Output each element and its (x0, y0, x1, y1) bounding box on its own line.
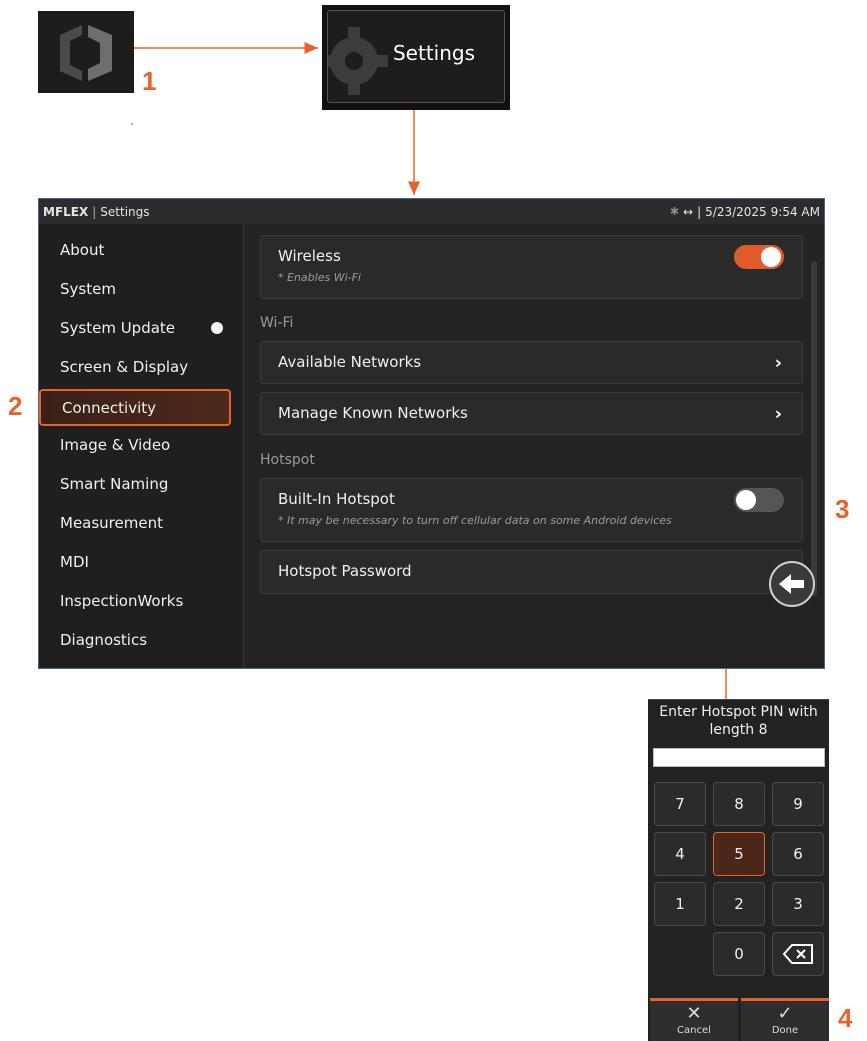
key-1[interactable]: 1 (654, 882, 706, 926)
sidebar-item-screen-display[interactable]: Screen & Display (60, 356, 188, 378)
wireless-toggle[interactable] (734, 245, 784, 269)
date-label: 5/23/2025 (705, 204, 767, 219)
hotspot-section-label: Hotspot (260, 452, 315, 468)
backspace-icon (782, 944, 813, 964)
done-button[interactable]: ✓ Done (741, 998, 829, 1041)
manage-known-networks-label: Manage Known Networks (278, 404, 468, 422)
builtin-hotspot-toggle[interactable] (734, 488, 784, 512)
pin-entry-dialog: Enter Hotspot PIN with length 8 7 8 9 4 … (648, 699, 829, 1041)
key-7[interactable]: 7 (654, 782, 706, 826)
key-2[interactable]: 2 (713, 882, 765, 926)
builtin-hotspot-note: * It may be necessary to turn off cellul… (278, 514, 672, 527)
manage-known-networks-row[interactable]: Manage Known Networks › (260, 392, 803, 435)
settings-sidebar: About System System Update Screen & Disp… (39, 224, 244, 668)
bluetooth-icon: ✱ (669, 205, 680, 218)
chevron-right-icon: › (774, 352, 782, 373)
key-9[interactable]: 9 (772, 782, 824, 826)
screen-title: Settings (100, 204, 150, 219)
update-indicator-dot (211, 322, 223, 334)
sidebar-item-system[interactable]: System (60, 278, 116, 300)
check-icon: ✓ (777, 1003, 793, 1024)
hotspot-password-row[interactable]: Hotspot Password › (260, 550, 803, 594)
key-4[interactable]: 4 (654, 832, 706, 876)
pin-prompt-line-2: length 8 (709, 722, 768, 738)
key-3[interactable]: 3 (772, 882, 824, 926)
back-button[interactable] (769, 561, 815, 607)
hotspot-password-label: Hotspot Password (278, 562, 412, 580)
sidebar-item-inspectionworks[interactable]: InspectionWorks (60, 590, 183, 612)
sidebar-item-connectivity[interactable]: Connectivity (39, 389, 231, 426)
pin-prompt: Enter Hotspot PIN with length 8 (648, 703, 829, 739)
sidebar-item-smart-naming[interactable]: Smart Naming (60, 473, 168, 495)
step-number-2: 2 (8, 391, 23, 421)
chevron-right-icon: › (774, 403, 782, 424)
connectivity-panel: Wireless * Enables Wi-Fi Wi-Fi Available… (245, 224, 824, 668)
time-label: 9:54 AM (770, 204, 820, 219)
title-separator: | (92, 204, 97, 219)
builtin-hotspot-title: Built-In Hotspot (278, 490, 395, 508)
key-8[interactable]: 8 (713, 782, 765, 826)
cancel-button[interactable]: ✕ Cancel (650, 998, 738, 1041)
back-arrow-icon (779, 574, 804, 594)
sidebar-item-image-video[interactable]: Image & Video (60, 434, 170, 456)
sidebar-item-about[interactable]: About (60, 239, 104, 261)
brand-label: MFLEX (43, 204, 89, 219)
sidebar-item-mdi[interactable]: MDI (60, 551, 89, 573)
step-number-1: 1 (142, 66, 157, 96)
available-networks-row[interactable]: Available Networks › (260, 341, 803, 384)
builtin-hotspot-card: Built-In Hotspot * It may be necessary t… (260, 478, 803, 542)
status-bar: MFLEX | Settings ✱ ↔ | 5/23/2025 9:54 AM (39, 199, 824, 224)
wireless-card: Wireless * Enables Wi-Fi (260, 235, 803, 299)
settings-label: Settings (392, 41, 476, 65)
sidebar-item-diagnostics[interactable]: Diagnostics (60, 629, 147, 651)
status-separator: | (697, 204, 702, 219)
transfer-icon: ↔ (683, 204, 694, 219)
wireless-note: * Enables Wi-Fi (278, 271, 361, 284)
step-number-4: 4 (838, 1003, 853, 1033)
key-5[interactable]: 5 (713, 832, 765, 876)
done-label: Done (771, 1025, 799, 1036)
sidebar-item-measurement[interactable]: Measurement (60, 512, 163, 534)
pin-dialog-footer: ✕ Cancel ✓ Done (648, 998, 829, 1041)
key-6[interactable]: 6 (772, 832, 824, 876)
close-icon: ✕ (686, 1003, 702, 1024)
step-number-3: 3 (835, 494, 850, 524)
backspace-key[interactable] (772, 932, 824, 976)
settings-tile[interactable]: Settings (322, 5, 510, 110)
pin-input[interactable] (653, 748, 825, 767)
available-networks-label: Available Networks (278, 353, 422, 371)
sidebar-item-system-update[interactable]: System Update (60, 317, 175, 339)
wifi-section-label: Wi-Fi (260, 315, 294, 331)
cancel-label: Cancel (677, 1025, 711, 1036)
settings-window: MFLEX | Settings ✱ ↔ | 5/23/2025 9:54 AM… (38, 198, 825, 669)
scrollbar[interactable] (811, 261, 817, 596)
app-launcher-icon[interactable] (38, 11, 134, 93)
key-0[interactable]: 0 (713, 932, 765, 976)
pin-prompt-line-1: Enter Hotspot PIN with (659, 704, 818, 720)
wireless-title: Wireless (278, 247, 341, 265)
